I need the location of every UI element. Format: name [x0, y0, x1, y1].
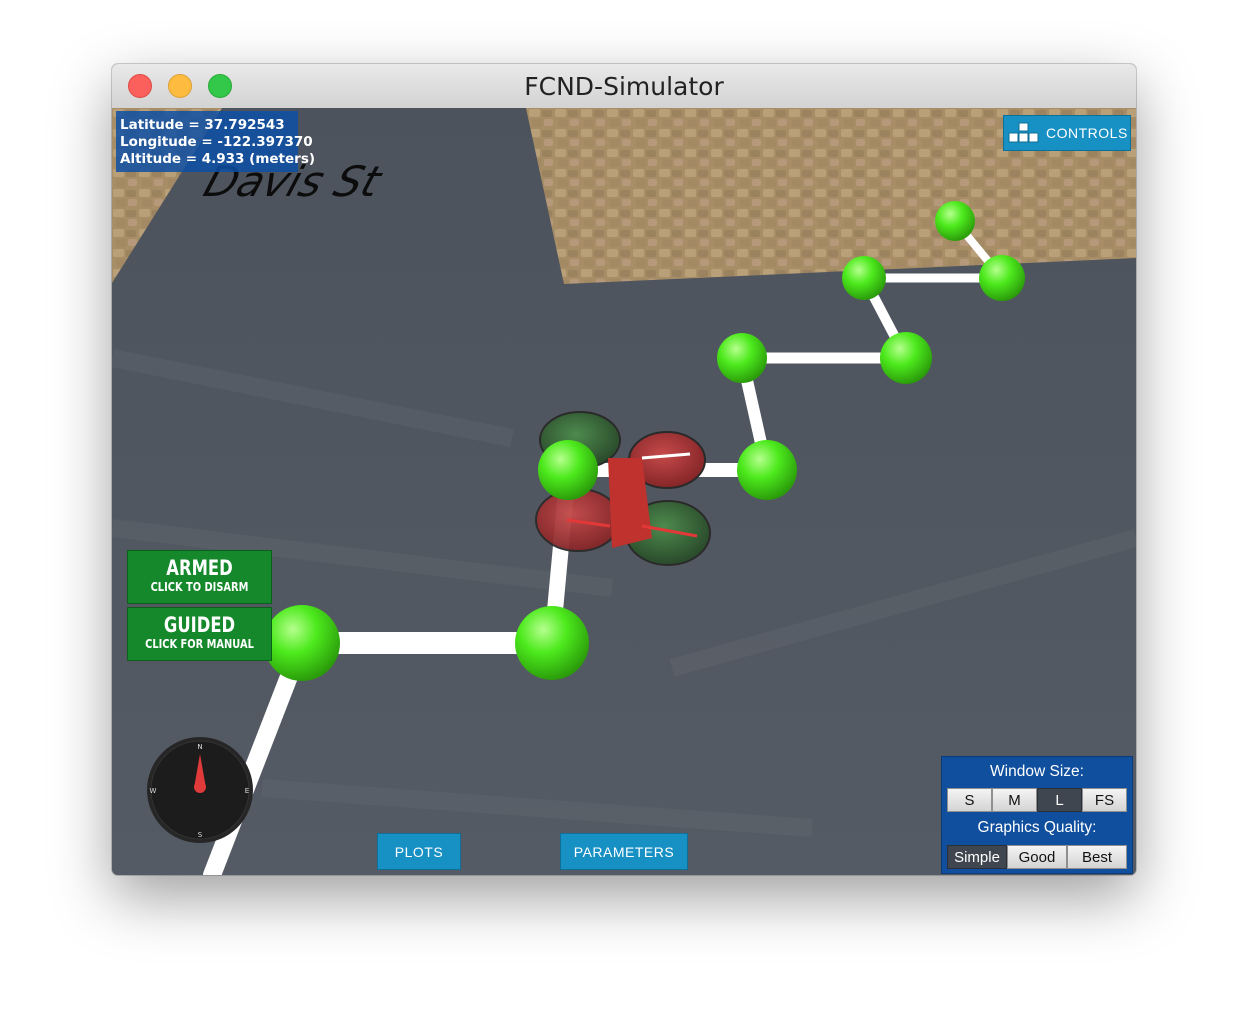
- controls-button[interactable]: CONTROLS: [1003, 115, 1131, 151]
- compass-s: S: [198, 831, 203, 839]
- altitude-text: Altitude = 4.933 (meters): [120, 151, 316, 167]
- simulator-window: FCND-Simulator Davis St Latitude = 37.79…: [112, 64, 1136, 875]
- plots-button[interactable]: PLOTS: [377, 833, 461, 870]
- window-size-s-button[interactable]: S: [947, 788, 992, 812]
- 3d-viewport[interactable]: Davis St Latitude = 37.792543 Longitude …: [112, 108, 1136, 875]
- armed-subtitle: CLICK TO DISARM: [150, 580, 249, 594]
- compass-e: E: [245, 787, 249, 795]
- graphics-best-button[interactable]: Best: [1067, 845, 1127, 869]
- compass-w: W: [150, 787, 157, 795]
- window-size-label: Window Size:: [990, 763, 1084, 780]
- gps-readout: Latitude = 37.792543 Longitude = -122.39…: [116, 111, 316, 172]
- window-size-selector: S M L FS: [947, 788, 1127, 812]
- window-size-fs-button[interactable]: FS: [1082, 788, 1127, 812]
- controls-label: CONTROLS: [1046, 125, 1128, 141]
- armed-toggle-button[interactable]: ARMED CLICK TO DISARM: [127, 550, 272, 604]
- compass-n: N: [197, 743, 202, 751]
- longitude-text: Longitude = -122.397370: [120, 134, 313, 150]
- parameters-button[interactable]: PARAMETERS: [560, 833, 688, 870]
- graphics-good-button[interactable]: Good: [1007, 845, 1067, 869]
- graphics-simple-button[interactable]: Simple: [947, 845, 1007, 869]
- controls-blocks-icon: [1008, 122, 1039, 143]
- window-size-m-button[interactable]: M: [992, 788, 1037, 812]
- title-bar: FCND-Simulator: [112, 64, 1136, 109]
- latitude-text: Latitude = 37.792543: [120, 117, 285, 133]
- window-title: FCND-Simulator: [524, 72, 724, 101]
- guided-title: GUIDED: [163, 613, 236, 637]
- graphics-quality-selector: Simple Good Best: [947, 845, 1127, 869]
- guided-toggle-button[interactable]: GUIDED CLICK FOR MANUAL: [127, 607, 272, 661]
- armed-title: ARMED: [166, 556, 233, 580]
- compass: N E S W: [147, 737, 253, 843]
- graphics-quality-label: Graphics Quality:: [977, 819, 1097, 836]
- guided-subtitle: CLICK FOR MANUAL: [145, 637, 254, 651]
- settings-panel: Window Size: S M L FS Graphics Quality: …: [941, 756, 1133, 874]
- window-size-l-button[interactable]: L: [1037, 788, 1082, 812]
